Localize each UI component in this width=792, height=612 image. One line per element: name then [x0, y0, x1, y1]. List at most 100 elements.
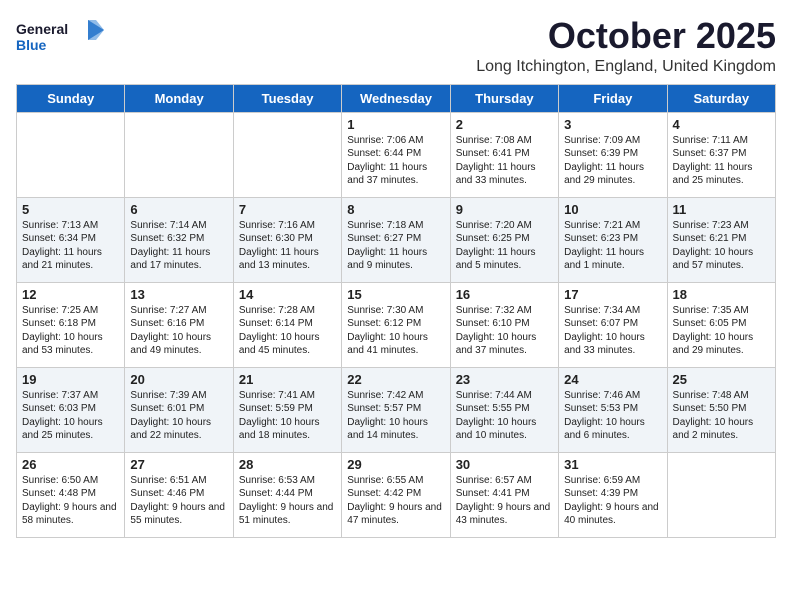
day-info: Sunrise: 7:16 AMSunset: 6:30 PMDaylight:…: [239, 219, 336, 273]
day-number: 29: [347, 457, 444, 472]
day-number: 31: [564, 457, 661, 472]
day-info: Sunrise: 7:28 AMSunset: 6:14 PMDaylight:…: [239, 304, 336, 358]
month-title: October 2025: [476, 16, 776, 56]
day-number: 26: [22, 457, 119, 472]
day-number: 2: [456, 117, 553, 132]
day-number: 4: [673, 117, 770, 132]
day-info: Sunrise: 6:59 AMSunset: 4:39 PMDaylight:…: [564, 474, 661, 528]
day-number: 15: [347, 287, 444, 302]
calendar-cell: [233, 112, 341, 197]
calendar-table: SundayMondayTuesdayWednesdayThursdayFrid…: [16, 84, 776, 538]
week-row-1: 1Sunrise: 7:06 AMSunset: 6:44 PMDaylight…: [17, 112, 776, 197]
day-number: 14: [239, 287, 336, 302]
day-number: 7: [239, 202, 336, 217]
day-number: 27: [130, 457, 227, 472]
day-number: 23: [456, 372, 553, 387]
week-row-5: 26 Sunrise: 6:50 AMSunset: 4:48 PMDayligh…: [17, 452, 776, 537]
calendar-cell: 16 Sunrise: 7:32 AMSunset: 6:10 PMDayligh…: [450, 282, 558, 367]
day-number: 6: [130, 202, 227, 217]
day-number: 22: [347, 372, 444, 387]
calendar-cell: 24Sunrise: 7:46 AMSunset: 5:53 PMDayligh…: [559, 367, 667, 452]
calendar-cell: 31 Sunrise: 6:59 AMSunset: 4:39 PMDayligh…: [559, 452, 667, 537]
day-info: Sunrise: 7:08 AMSunset: 6:41 PMDaylight:…: [456, 134, 553, 188]
day-info: Sunrise: 7:11 AMSunset: 6:37 PMDaylight:…: [673, 134, 770, 188]
day-info: Sunrise: 7:23 AMSunset: 6:21 PMDaylight:…: [673, 219, 770, 273]
calendar-cell: 9 Sunrise: 7:20 AMSunset: 6:25 PMDaylight…: [450, 197, 558, 282]
day-number: 30: [456, 457, 553, 472]
calendar-cell: 21Sunrise: 7:41 AMSunset: 5:59 PMDayligh…: [233, 367, 341, 452]
calendar-cell: 10 Sunrise: 7:21 AMSunset: 6:23 PMDayligh…: [559, 197, 667, 282]
page-header: General Blue October 2025 Long Itchingto…: [16, 16, 776, 76]
day-info: Sunrise: 7:44 AMSunset: 5:55 PMDaylight:…: [456, 389, 553, 443]
day-info: Sunrise: 6:50 AMSunset: 4:48 PMDaylight:…: [22, 474, 119, 528]
day-info: Sunrise: 7:42 AMSunset: 5:57 PMDaylight:…: [347, 389, 444, 443]
calendar-cell: 5Sunrise: 7:13 AMSunset: 6:34 PMDaylight…: [17, 197, 125, 282]
calendar-cell: 12Sunrise: 7:25 AMSunset: 6:18 PMDayligh…: [17, 282, 125, 367]
day-number: 28: [239, 457, 336, 472]
calendar-cell: [667, 452, 775, 537]
calendar-cell: 18 Sunrise: 7:35 AMSunset: 6:05 PMDayligh…: [667, 282, 775, 367]
day-info: Sunrise: 7:41 AMSunset: 5:59 PMDaylight:…: [239, 389, 336, 443]
header-wednesday: Wednesday: [342, 84, 450, 112]
day-info: Sunrise: 7:39 AMSunset: 6:01 PMDaylight:…: [130, 389, 227, 443]
calendar-cell: 7 Sunrise: 7:16 AMSunset: 6:30 PMDaylight…: [233, 197, 341, 282]
day-info: Sunrise: 6:51 AMSunset: 4:46 PMDaylight:…: [130, 474, 227, 528]
day-info: Sunrise: 7:35 AMSunset: 6:05 PMDaylight:…: [673, 304, 770, 358]
day-number: 17: [564, 287, 661, 302]
calendar-cell: [17, 112, 125, 197]
calendar-cell: 20 Sunrise: 7:39 AMSunset: 6:01 PMDayligh…: [125, 367, 233, 452]
day-info: Sunrise: 7:37 AMSunset: 6:03 PMDaylight:…: [22, 389, 119, 443]
calendar-cell: 13 Sunrise: 7:27 AMSunset: 6:16 PMDayligh…: [125, 282, 233, 367]
calendar-cell: 14 Sunrise: 7:28 AMSunset: 6:14 PMDayligh…: [233, 282, 341, 367]
day-info: Sunrise: 7:27 AMSunset: 6:16 PMDaylight:…: [130, 304, 227, 358]
location-title: Long Itchington, England, United Kingdom: [476, 58, 776, 76]
day-info: Sunrise: 7:32 AMSunset: 6:10 PMDaylight:…: [456, 304, 553, 358]
day-info: Sunrise: 7:30 AMSunset: 6:12 PMDaylight:…: [347, 304, 444, 358]
day-number: 18: [673, 287, 770, 302]
day-number: 25: [673, 372, 770, 387]
day-number: 9: [456, 202, 553, 217]
logo-svg: General Blue: [16, 16, 106, 56]
day-number: 16: [456, 287, 553, 302]
svg-text:Blue: Blue: [16, 37, 47, 53]
calendar-cell: 2 Sunrise: 7:08 AMSunset: 6:41 PMDaylight…: [450, 112, 558, 197]
calendar-cell: 4 Sunrise: 7:11 AMSunset: 6:37 PMDaylight…: [667, 112, 775, 197]
day-info: Sunrise: 7:34 AMSunset: 6:07 PMDaylight:…: [564, 304, 661, 358]
day-info: Sunrise: 7:20 AMSunset: 6:25 PMDaylight:…: [456, 219, 553, 273]
logo: General Blue: [16, 16, 106, 56]
day-info: Sunrise: 6:57 AMSunset: 4:41 PMDaylight:…: [456, 474, 553, 528]
calendar-cell: 8Sunrise: 7:18 AMSunset: 6:27 PMDaylight…: [342, 197, 450, 282]
day-number: 3: [564, 117, 661, 132]
calendar-cell: [125, 112, 233, 197]
calendar-cell: 11Sunrise: 7:23 AMSunset: 6:21 PMDayligh…: [667, 197, 775, 282]
header-friday: Friday: [559, 84, 667, 112]
calendar-cell: 30 Sunrise: 6:57 AMSunset: 4:41 PMDayligh…: [450, 452, 558, 537]
calendar-cell: 3 Sunrise: 7:09 AMSunset: 6:39 PMDaylight…: [559, 112, 667, 197]
week-row-3: 12Sunrise: 7:25 AMSunset: 6:18 PMDayligh…: [17, 282, 776, 367]
day-info: Sunrise: 6:53 AMSunset: 4:44 PMDaylight:…: [239, 474, 336, 528]
day-info: Sunrise: 7:09 AMSunset: 6:39 PMDaylight:…: [564, 134, 661, 188]
day-info: Sunrise: 7:48 AMSunset: 5:50 PMDaylight:…: [673, 389, 770, 443]
svg-text:General: General: [16, 21, 68, 37]
header-monday: Monday: [125, 84, 233, 112]
header-sunday: Sunday: [17, 84, 125, 112]
day-info: Sunrise: 7:21 AMSunset: 6:23 PMDaylight:…: [564, 219, 661, 273]
weekday-header-row: SundayMondayTuesdayWednesdayThursdayFrid…: [17, 84, 776, 112]
day-number: 20: [130, 372, 227, 387]
week-row-4: 19Sunrise: 7:37 AMSunset: 6:03 PMDayligh…: [17, 367, 776, 452]
calendar-cell: 26 Sunrise: 6:50 AMSunset: 4:48 PMDayligh…: [17, 452, 125, 537]
day-info: Sunrise: 7:06 AMSunset: 6:44 PMDaylight:…: [347, 134, 444, 188]
calendar-cell: 6 Sunrise: 7:14 AMSunset: 6:32 PMDaylight…: [125, 197, 233, 282]
day-info: Sunrise: 7:25 AMSunset: 6:18 PMDaylight:…: [22, 304, 119, 358]
week-row-2: 5Sunrise: 7:13 AMSunset: 6:34 PMDaylight…: [17, 197, 776, 282]
day-info: Sunrise: 7:14 AMSunset: 6:32 PMDaylight:…: [130, 219, 227, 273]
day-info: Sunrise: 6:55 AMSunset: 4:42 PMDaylight:…: [347, 474, 444, 528]
title-block: October 2025 Long Itchington, England, U…: [476, 16, 776, 76]
calendar-cell: 17 Sunrise: 7:34 AMSunset: 6:07 PMDayligh…: [559, 282, 667, 367]
day-number: 10: [564, 202, 661, 217]
calendar-cell: 23 Sunrise: 7:44 AMSunset: 5:55 PMDayligh…: [450, 367, 558, 452]
day-number: 13: [130, 287, 227, 302]
day-info: Sunrise: 7:13 AMSunset: 6:34 PMDaylight:…: [22, 219, 119, 273]
calendar-cell: 27 Sunrise: 6:51 AMSunset: 4:46 PMDayligh…: [125, 452, 233, 537]
day-info: Sunrise: 7:46 AMSunset: 5:53 PMDaylight:…: [564, 389, 661, 443]
